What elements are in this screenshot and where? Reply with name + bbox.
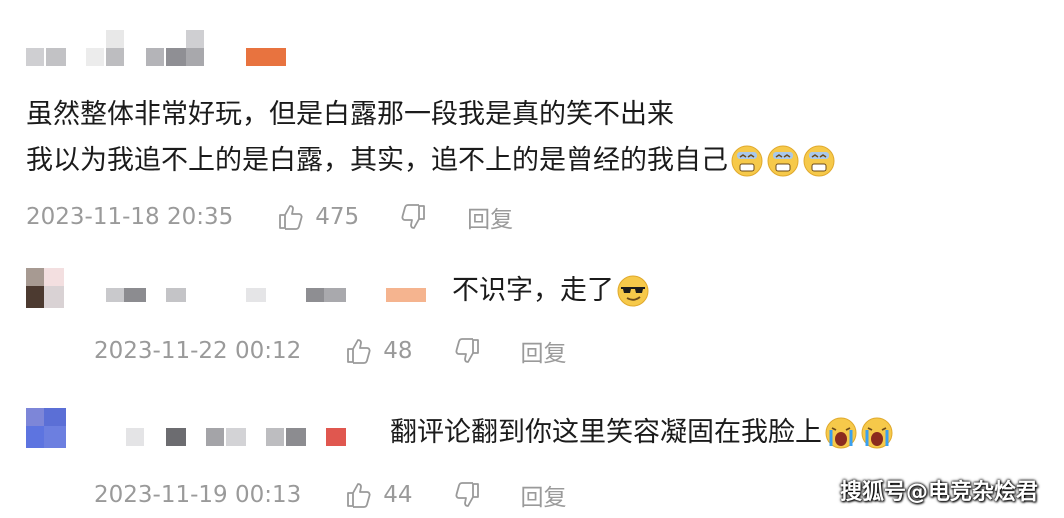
comment-1-line-2: 我以为我追不上的是白露，其实，追不上的是曾经的我自己 — [26, 145, 728, 176]
like-button[interactable]: 44 — [345, 481, 413, 509]
comment-3-meta: 2023-11-19 00:13 44 回复 — [94, 478, 567, 512]
thumbs-down-icon — [455, 482, 479, 507]
thumbs-up-icon — [347, 483, 371, 508]
tired-face-emoji-icon — [731, 145, 763, 177]
comment-2-text: 不识字，走了 — [452, 274, 650, 308]
comment-1-meta: 2023-11-18 20:35 475 回复 — [26, 200, 513, 234]
comment-1-text: 虽然整体非常好玩，但是白露那一段我是真的笑不出来 我以为我追不上的是白露，其实，… — [26, 98, 836, 178]
crying-face-emoji-icon — [861, 417, 893, 449]
like-count: 44 — [383, 482, 413, 508]
reply-button[interactable]: 回复 — [467, 200, 513, 234]
comment-1-line-1: 虽然整体非常好玩，但是白露那一段我是真的笑不出来 — [26, 99, 674, 130]
reply-button[interactable]: 回复 — [521, 478, 567, 512]
comment-2-line-1: 不识字，走了 — [452, 275, 614, 306]
watermark: 搜狐号@电竞杂烩君 — [839, 480, 1038, 505]
sunglasses-emoji-icon — [617, 275, 649, 307]
tired-face-emoji-icon — [767, 145, 799, 177]
dislike-button[interactable] — [453, 481, 481, 509]
comment-2-time: 2023-11-22 00:12 — [94, 338, 302, 364]
like-button[interactable]: 475 — [277, 203, 359, 231]
thumbs-up-icon — [347, 339, 371, 364]
thumbs-down-icon — [455, 338, 479, 363]
crying-face-emoji-icon — [825, 417, 857, 449]
comment-3-line-1: 翻评论翻到你这里笑容凝固在我脸上 — [390, 417, 822, 448]
comment-3-time: 2023-11-19 00:13 — [94, 482, 302, 508]
comment-1: 虽然整体非常好玩，但是白露那一段我是真的笑不出来 我以为我追不上的是白露，其实，… — [0, 0, 1064, 240]
comment-2-meta: 2023-11-22 00:12 48 回复 — [94, 334, 567, 368]
thumbs-down-icon — [401, 204, 426, 229]
thumbs-up-icon — [279, 205, 303, 230]
dislike-button[interactable] — [453, 337, 481, 365]
like-count: 48 — [383, 338, 413, 364]
comment-3-text: 翻评论翻到你这里笑容凝固在我脸上 — [390, 416, 894, 450]
comment-1-time: 2023-11-18 20:35 — [26, 204, 234, 230]
tired-face-emoji-icon — [803, 145, 835, 177]
like-button[interactable]: 48 — [345, 337, 413, 365]
dislike-button[interactable] — [399, 203, 427, 231]
like-count: 475 — [315, 204, 360, 230]
reply-button[interactable]: 回复 — [521, 334, 567, 368]
comment-2: 不识字，走了 2023-11-22 00:12 48 回复 — [0, 240, 1064, 380]
